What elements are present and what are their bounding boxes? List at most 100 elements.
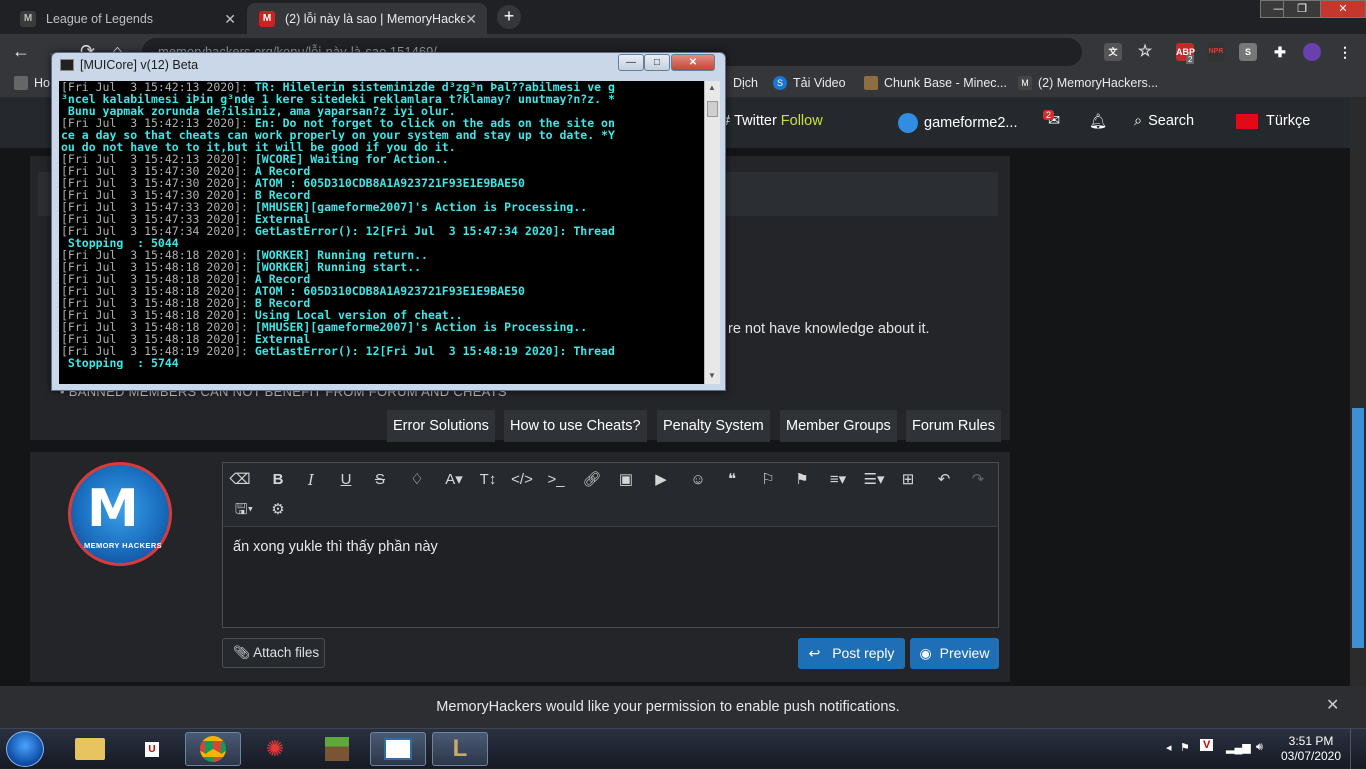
- bookmark-tai-video[interactable]: S Tải Video: [773, 76, 846, 90]
- tray-expand-icon[interactable]: ◂: [1166, 741, 1172, 754]
- console-line: [Fri Jul 3 15:47:30 2020]: B Record: [61, 189, 701, 201]
- bookmark-apps[interactable]: Ho: [14, 76, 50, 90]
- redo-icon[interactable]: ↷: [965, 467, 991, 493]
- checkered-flag-icon[interactable]: ⚑: [789, 467, 815, 493]
- push-notification-text[interactable]: MemoryHackers would like your permission…: [0, 699, 1336, 715]
- network-icon[interactable]: ▂▄▆: [1226, 741, 1251, 754]
- link-icon[interactable]: 🔗︎: [579, 467, 605, 493]
- bold-icon[interactable]: B: [265, 467, 291, 493]
- search-link[interactable]: ⌕ Search: [1134, 113, 1194, 129]
- tab-memoryhackers[interactable]: M (2) lỗi này là sao | MemoryHacker ✕: [247, 3, 487, 34]
- bookmark-chunk-base[interactable]: Chunk Base - Minec...: [864, 76, 1007, 90]
- tab-league-of-legends[interactable]: M League of Legends ✕: [8, 3, 246, 34]
- unikey-tray-icon[interactable]: V: [1200, 739, 1214, 751]
- console-taskbar-icon[interactable]: [370, 732, 426, 766]
- bookmark-label: Dịch: [733, 76, 759, 90]
- show-desktop-button[interactable]: [1350, 729, 1366, 769]
- underline-icon[interactable]: U: [333, 467, 359, 493]
- inline-code-icon[interactable]: >_: [543, 467, 569, 493]
- profile-avatar[interactable]: [1303, 43, 1321, 61]
- member-groups-button[interactable]: Member Groups: [780, 410, 897, 442]
- user-account-link[interactable]: gameforme2...: [898, 113, 1018, 133]
- twitter-follow-link[interactable]: # Twitter Follow: [722, 113, 823, 129]
- text-color-icon[interactable]: ♢: [404, 467, 430, 493]
- console-maximize-button[interactable]: □: [644, 54, 670, 71]
- avatar[interactable]: M MEMORY HACKERS: [68, 462, 172, 566]
- alerts-button[interactable]: 🔔︎: [1089, 113, 1107, 130]
- font-size-icon[interactable]: T↕: [471, 467, 505, 493]
- console-timestamp: [Fri Jul 3 15:48:19 2020]:: [61, 345, 255, 357]
- console-output[interactable]: [Fri Jul 3 15:42:13 2020]: TR: Hilelerin…: [59, 81, 720, 384]
- penalty-system-button[interactable]: Penalty System: [657, 410, 770, 442]
- page-scrollbar[interactable]: [1350, 98, 1366, 686]
- preview-button[interactable]: ◉ Preview: [910, 638, 999, 669]
- league-of-legends-icon[interactable]: L: [432, 732, 488, 766]
- memoryhackers-logo-icon: M: [87, 479, 139, 539]
- console-message: A Record: [254, 273, 311, 285]
- s-extension-icon[interactable]: S: [1239, 43, 1257, 61]
- console-message: ATOM : 605D310CDB8A1A923721F93E1E9BAE50: [254, 177, 525, 189]
- eye-icon: ◉: [919, 645, 932, 661]
- drafts-icon[interactable]: 🖫︎▾: [229, 497, 259, 523]
- close-tab-icon[interactable]: ✕: [465, 11, 477, 28]
- bookmark-dich[interactable]: Dịch: [733, 76, 758, 90]
- scroll-down-icon[interactable]: ▼: [708, 371, 716, 380]
- back-icon[interactable]: ←: [12, 41, 30, 62]
- strikethrough-icon[interactable]: S: [367, 467, 393, 493]
- chrome-icon[interactable]: [185, 732, 241, 766]
- how-to-use-cheats-button[interactable]: How to use Cheats?: [504, 410, 647, 442]
- console-titlebar[interactable]: [MUICore] v(12) Beta: [60, 58, 198, 72]
- error-solutions-button[interactable]: Error Solutions: [387, 410, 495, 442]
- list-icon[interactable]: ☰▾: [859, 467, 889, 493]
- image-icon[interactable]: ▣: [613, 467, 639, 493]
- minecraft-icon[interactable]: [309, 732, 365, 766]
- unikey-icon[interactable]: U: [124, 732, 180, 766]
- npr-extension-icon[interactable]: NPR: [1207, 43, 1225, 61]
- attach-files-button[interactable]: 📎︎ Attach files: [222, 638, 325, 668]
- video-icon[interactable]: ▶: [648, 467, 674, 493]
- bookmark-star-icon[interactable]: ☆: [1136, 43, 1154, 61]
- gear-icon[interactable]: ⚙: [265, 497, 291, 523]
- console-window[interactable]: [MUICore] v(12) Beta — □ ✕ [Fri Jul 3 15…: [51, 52, 726, 391]
- paperclip-icon: 📎︎: [233, 645, 251, 660]
- align-icon[interactable]: ≡▾: [823, 467, 853, 493]
- extensions-puzzle-icon[interactable]: ✚: [1271, 43, 1289, 61]
- volume-icon[interactable]: 🔊︎: [1256, 741, 1263, 754]
- new-tab-button[interactable]: +: [497, 5, 521, 29]
- console-scrollbar[interactable]: ▲ ▼: [704, 81, 720, 384]
- quote-icon[interactable]: ❝: [719, 467, 745, 493]
- italic-icon[interactable]: I: [298, 467, 324, 493]
- forum-rules-button[interactable]: Forum Rules: [906, 410, 1001, 442]
- console-close-button[interactable]: ✕: [671, 54, 715, 71]
- tab-title: (2) lỗi này là sao | MemoryHacker: [285, 11, 465, 26]
- eraser-icon[interactable]: ⌫: [227, 467, 253, 493]
- close-window-button[interactable]: ✕: [1320, 0, 1366, 18]
- smiley-icon[interactable]: ☺: [685, 467, 711, 493]
- console-scroll-thumb[interactable]: [707, 101, 718, 117]
- close-icon[interactable]: ✕: [1326, 695, 1339, 715]
- bookmark-memoryhackers[interactable]: M (2) MemoryHackers...: [1018, 76, 1158, 90]
- clock[interactable]: 3:51 PM 03/07/2020: [1278, 734, 1344, 764]
- table-icon[interactable]: ⊞: [895, 467, 921, 493]
- scroll-up-icon[interactable]: ▲: [708, 83, 716, 92]
- close-tab-icon[interactable]: ✕: [224, 11, 236, 28]
- font-family-icon[interactable]: A▾: [437, 467, 471, 493]
- console-minimize-button[interactable]: —: [618, 54, 644, 71]
- editor-content[interactable]: ấn xong yukle thì thấy phần này: [233, 539, 438, 555]
- browser-menu-icon[interactable]: ⋮: [1336, 43, 1354, 61]
- maximize-window-button[interactable]: ❐: [1283, 0, 1321, 18]
- spoiler-flag-icon[interactable]: ⚐: [755, 467, 781, 493]
- garena-icon[interactable]: ✺: [247, 732, 303, 766]
- translate-icon[interactable]: 文: [1104, 43, 1122, 61]
- file-explorer-icon[interactable]: [62, 732, 118, 766]
- language-selector[interactable]: Türkçe: [1236, 113, 1310, 129]
- console-message: ³ncel kalabilmesi iÞin g³nde 1 kere site…: [61, 93, 615, 105]
- console-timestamp: [Fri Jul 3 15:47:30 2020]:: [61, 177, 255, 189]
- code-icon[interactable]: </>: [509, 467, 535, 493]
- start-button[interactable]: [6, 731, 44, 767]
- flag-icon[interactable]: ⚑: [1180, 741, 1190, 754]
- post-reply-button[interactable]: ↩ Post reply: [798, 638, 905, 669]
- tab-favicon-icon: M: [20, 10, 36, 27]
- page-scroll-thumb[interactable]: [1352, 408, 1364, 648]
- undo-icon[interactable]: ↶: [931, 467, 957, 493]
